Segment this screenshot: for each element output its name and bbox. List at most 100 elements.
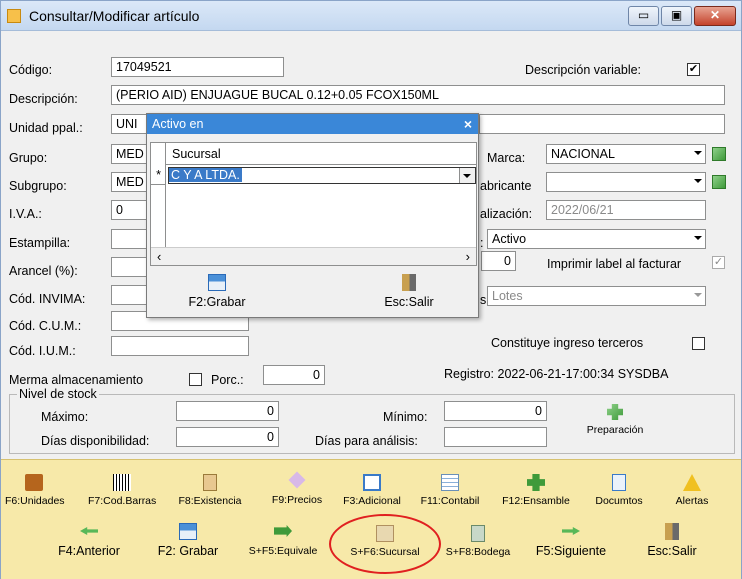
sucursal-row-value: C Y A LTDA. — [169, 168, 242, 182]
toolbar-label: Alertas — [675, 495, 709, 507]
toolbar-precios[interactable]: F9:Precios — [266, 471, 328, 506]
porc-label: Porc.: — [211, 373, 244, 387]
barcode-icon — [113, 474, 131, 491]
toolbar-alertas[interactable]: Alertas — [669, 474, 715, 507]
ium-field[interactable] — [111, 336, 249, 356]
merma-checkbox[interactable] — [189, 373, 202, 386]
dias-disponibilidad-field[interactable]: 0 — [176, 427, 279, 447]
toolbar-adicional[interactable]: F3:Adicional — [341, 474, 403, 507]
dialog-save-label: F2:Grabar — [188, 295, 246, 309]
porc-field[interactable]: 0 — [263, 365, 325, 385]
cantidad-field[interactable]: 0 — [481, 251, 516, 271]
fabricante-select[interactable] — [546, 172, 706, 192]
maximo-field[interactable]: 0 — [176, 401, 279, 421]
horizontal-scrollbar[interactable]: ‹ › — [151, 247, 476, 265]
dialog-close-icon[interactable]: × — [464, 114, 472, 134]
row-marker: * — [151, 165, 166, 185]
toolbar-grabar[interactable]: F2: Grabar — [149, 523, 227, 558]
codigo-field[interactable]: 17049521 — [111, 57, 284, 77]
dias-disponibilidad-label: Días disponibilidad: — [41, 434, 150, 448]
imprimir-checkbox[interactable]: ✓ — [712, 256, 725, 269]
toolbar-unidades[interactable]: F6:Unidades — [5, 474, 65, 507]
toolbar-contabil[interactable]: F11:Contabil — [417, 474, 483, 507]
unidad-label: Unidad ppal.: — [9, 121, 83, 135]
estampilla-field[interactable] — [111, 229, 151, 249]
toolbar-documentos[interactable]: Documtos — [593, 474, 645, 507]
scroll-right-icon[interactable]: › — [466, 249, 470, 264]
sucursal-grid: Sucursal * C Y A LTDA. ‹ › — [150, 142, 477, 266]
toolbar-label: S+F5:Equivale — [248, 545, 318, 557]
arancel-field[interactable] — [111, 257, 151, 277]
toolbar-bodega[interactable]: S+F8:Bodega — [438, 525, 518, 558]
dialog-exit-label: Esc:Salir — [384, 295, 434, 309]
clipboard-icon — [203, 474, 217, 491]
window-icon — [363, 474, 381, 491]
window-title: Consultar/Modificar artículo — [29, 8, 200, 24]
exit-door-icon — [665, 523, 679, 540]
descripcion-label: Descripción: — [9, 92, 78, 106]
subgrupo-field[interactable]: MED — [111, 172, 151, 192]
descripcion-variable-checkbox[interactable]: ✔ — [687, 63, 700, 76]
toolbar-label: F9:Precios — [271, 494, 323, 506]
unidad-extra-field[interactable] — [479, 114, 725, 134]
marca-add-icon[interactable] — [712, 147, 726, 161]
dialog-title-bar: Activo en × — [147, 114, 478, 134]
toolbar-existencia[interactable]: F8:Existencia — [177, 474, 243, 507]
toolbar-label: F8:Existencia — [178, 495, 242, 507]
toolbar-label: Esc:Salir — [647, 544, 697, 558]
grupo-field[interactable]: MED — [111, 144, 151, 164]
preparacion-button[interactable]: Preparación — [579, 404, 651, 436]
terceros-checkbox[interactable] — [692, 337, 705, 350]
maximo-label: Máximo: — [41, 410, 89, 424]
tag-icon — [288, 471, 306, 489]
marca-value: NACIONAL — [551, 147, 615, 161]
unidad-field[interactable]: UNI — [111, 114, 151, 134]
article-window: Consultar/Modificar artículo ▭ ▣ ✕ Códig… — [0, 0, 742, 579]
estampilla-label: Estampilla: — [9, 236, 71, 250]
toolbar-equivale[interactable]: S+F5:Equivale — [243, 525, 323, 557]
estado-select[interactable]: Activo — [487, 229, 706, 249]
close-button[interactable]: ✕ — [694, 6, 736, 26]
minimo-label: Mínimo: — [383, 410, 428, 424]
invima-field[interactable] — [111, 285, 151, 305]
merma-label: Merma almacenamiento — [9, 373, 144, 387]
codigo-label: Código: — [9, 63, 53, 77]
box-icon — [25, 474, 43, 491]
preparacion-label: Preparación — [586, 424, 644, 436]
sucursal-row-select[interactable]: C Y A LTDA. — [168, 167, 476, 184]
row-indicator-column — [151, 143, 166, 247]
toolbar-salir[interactable]: Esc:Salir — [637, 523, 707, 558]
toolbar-label: F12:Ensamble — [502, 495, 570, 507]
toolbar-siguiente[interactable]: F5:Siguiente — [531, 523, 611, 558]
document-icon — [612, 474, 626, 491]
toolbar-anterior[interactable]: F4:Anterior — [51, 523, 127, 558]
stock-legend: Nivel de stock — [17, 387, 99, 401]
chevron-down-icon — [463, 174, 471, 178]
dias-analisis-field[interactable] — [444, 427, 547, 447]
toolbar-cod-barras[interactable]: F7:Cod.Barras — [88, 474, 156, 507]
exit-door-icon — [402, 274, 416, 291]
marca-select[interactable]: NACIONAL — [546, 144, 706, 164]
descripcion-variable-label: Descripción variable: — [525, 63, 642, 77]
toolbar-label: F5:Siguiente — [535, 544, 607, 558]
scroll-left-icon[interactable]: ‹ — [157, 249, 161, 264]
iva-field[interactable]: 0 — [111, 200, 151, 220]
highlight-circle — [329, 514, 441, 574]
minimize-button[interactable]: ▭ — [628, 6, 659, 26]
toolbar-label: S+F8:Bodega — [445, 546, 511, 558]
control-value: Lotes — [492, 289, 523, 303]
fabricante-add-icon[interactable] — [712, 175, 726, 189]
descripcion-field[interactable]: (PERIO AID) ENJUAGUE BUCAL 0.12+0.05 FCO… — [111, 85, 725, 105]
dialog-exit-button[interactable]: Esc:Salir — [369, 274, 449, 309]
dialog-save-button[interactable]: F2:Grabar — [177, 274, 257, 309]
toolbar-ensamble[interactable]: F12:Ensamble — [499, 474, 573, 507]
row-dropdown-button[interactable] — [459, 168, 475, 183]
registro-text: Registro: 2022-06-21-17:00:34 SYSDBA — [444, 367, 669, 381]
subgrupo-label: Subgrupo: — [9, 179, 67, 193]
chevron-down-icon — [694, 179, 702, 183]
iva-label: I.V.A.: — [9, 207, 42, 221]
sucursal-column-header[interactable]: Sucursal — [166, 143, 476, 165]
maximize-button[interactable]: ▣ — [661, 6, 692, 26]
cum-label: Cód. C.U.M.: — [9, 319, 82, 333]
minimo-field[interactable]: 0 — [444, 401, 547, 421]
